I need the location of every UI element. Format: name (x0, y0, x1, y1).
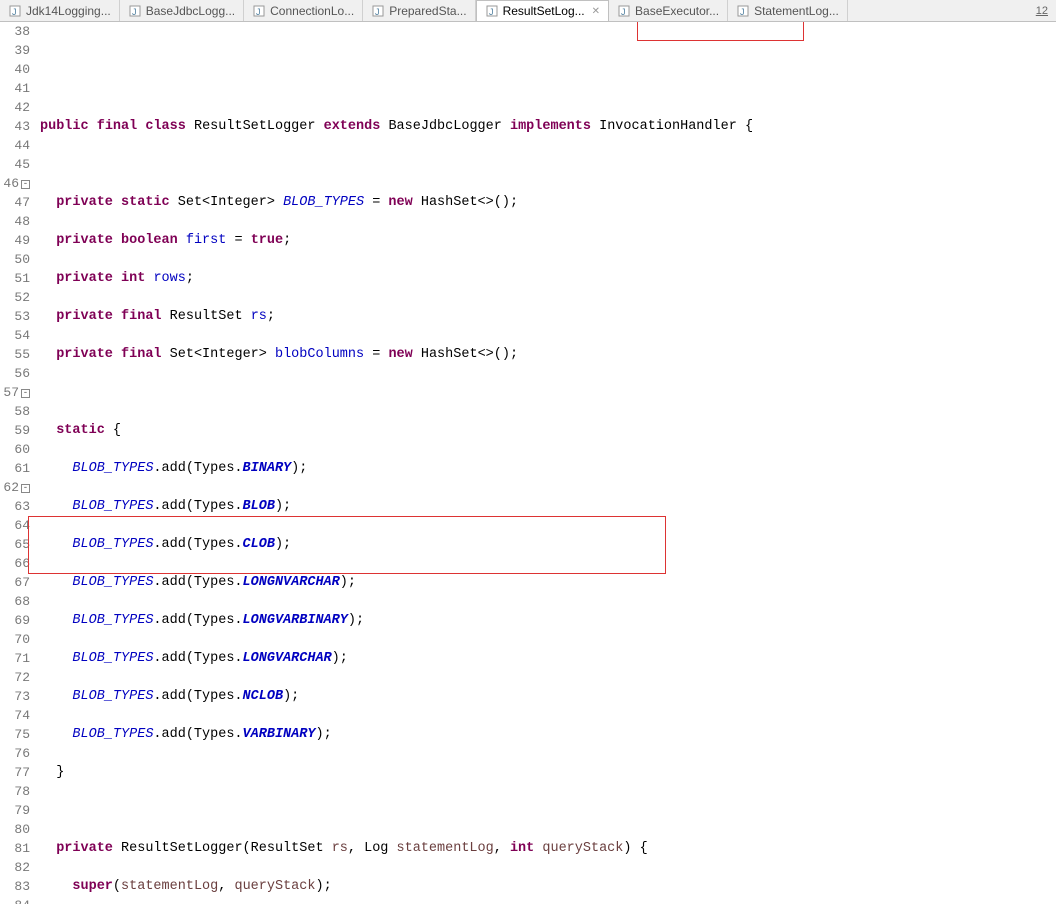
code-line: private boolean first = true; (40, 231, 1056, 250)
close-icon[interactable]: ✕ (592, 6, 600, 17)
svg-text:J: J (256, 7, 261, 17)
code-editor[interactable]: 383940414243444546-474849505152535455565… (0, 22, 1056, 904)
code-line: public final class ResultSetLogger exten… (40, 117, 1056, 136)
java-file-icon: J (371, 4, 385, 18)
code-line: private static Set<Integer> BLOB_TYPES =… (40, 193, 1056, 212)
java-file-icon: J (617, 4, 631, 18)
code-line (40, 155, 1056, 174)
tab-3[interactable]: J PreparedSta... (363, 0, 475, 21)
code-line: private int rows; (40, 269, 1056, 288)
tab-label: PreparedSta... (389, 4, 466, 18)
tab-label: BaseJdbcLogg... (146, 4, 235, 18)
svg-text:J: J (621, 7, 626, 17)
code-line: BLOB_TYPES.add(Types.LONGVARCHAR); (40, 649, 1056, 668)
tab-label: ConnectionLo... (270, 4, 354, 18)
tabs-count: 12 (1036, 5, 1048, 17)
svg-text:J: J (132, 7, 137, 17)
code-line: private final ResultSet rs; (40, 307, 1056, 326)
tabs-overflow[interactable]: 12 (1036, 5, 1056, 17)
tab-0[interactable]: J Jdk14Logging... (0, 0, 120, 21)
tab-label: StatementLog... (754, 4, 839, 18)
line-gutter: 383940414243444546-474849505152535455565… (0, 22, 34, 904)
tab-4[interactable]: J ResultSetLog... ✕ (476, 0, 609, 21)
annotation-box-1 (637, 22, 804, 41)
editor-tabs: J Jdk14Logging... J BaseJdbcLogg... J Co… (0, 0, 1056, 22)
code-line: BLOB_TYPES.add(Types.LONGVARBINARY); (40, 611, 1056, 630)
code-line (40, 383, 1056, 402)
editor-window: J Jdk14Logging... J BaseJdbcLogg... J Co… (0, 0, 1056, 904)
code-line: BLOB_TYPES.add(Types.NCLOB); (40, 687, 1056, 706)
tab-6[interactable]: J StatementLog... (728, 0, 848, 21)
tab-5[interactable]: J BaseExecutor... (609, 0, 728, 21)
code-line: BLOB_TYPES.add(Types.CLOB); (40, 535, 1056, 554)
tab-label: ResultSetLog... (503, 4, 585, 18)
code-line: static { (40, 421, 1056, 440)
svg-text:J: J (12, 7, 17, 17)
java-file-icon: J (485, 4, 499, 18)
code-line: BLOB_TYPES.add(Types.VARBINARY); (40, 725, 1056, 744)
java-file-icon: J (128, 4, 142, 18)
code-line: BLOB_TYPES.add(Types.BINARY); (40, 459, 1056, 478)
tab-2[interactable]: J ConnectionLo... (244, 0, 363, 21)
java-file-icon: J (8, 4, 22, 18)
code-line: super(statementLog, queryStack); (40, 877, 1056, 896)
svg-text:J: J (740, 7, 745, 17)
code-area[interactable]: public final class ResultSetLogger exten… (34, 22, 1056, 904)
code-line: BLOB_TYPES.add(Types.LONGNVARCHAR); (40, 573, 1056, 592)
code-line: private ResultSetLogger(ResultSet rs, Lo… (40, 839, 1056, 858)
tab-1[interactable]: J BaseJdbcLogg... (120, 0, 244, 21)
code-line (40, 801, 1056, 820)
tab-label: Jdk14Logging... (26, 4, 111, 18)
tab-label: BaseExecutor... (635, 4, 719, 18)
code-line: private final Set<Integer> blobColumns =… (40, 345, 1056, 364)
code-line: BLOB_TYPES.add(Types.BLOB); (40, 497, 1056, 516)
code-line: } (40, 763, 1056, 782)
java-file-icon: J (736, 4, 750, 18)
svg-text:J: J (375, 7, 380, 17)
svg-text:J: J (489, 7, 494, 17)
java-file-icon: J (252, 4, 266, 18)
